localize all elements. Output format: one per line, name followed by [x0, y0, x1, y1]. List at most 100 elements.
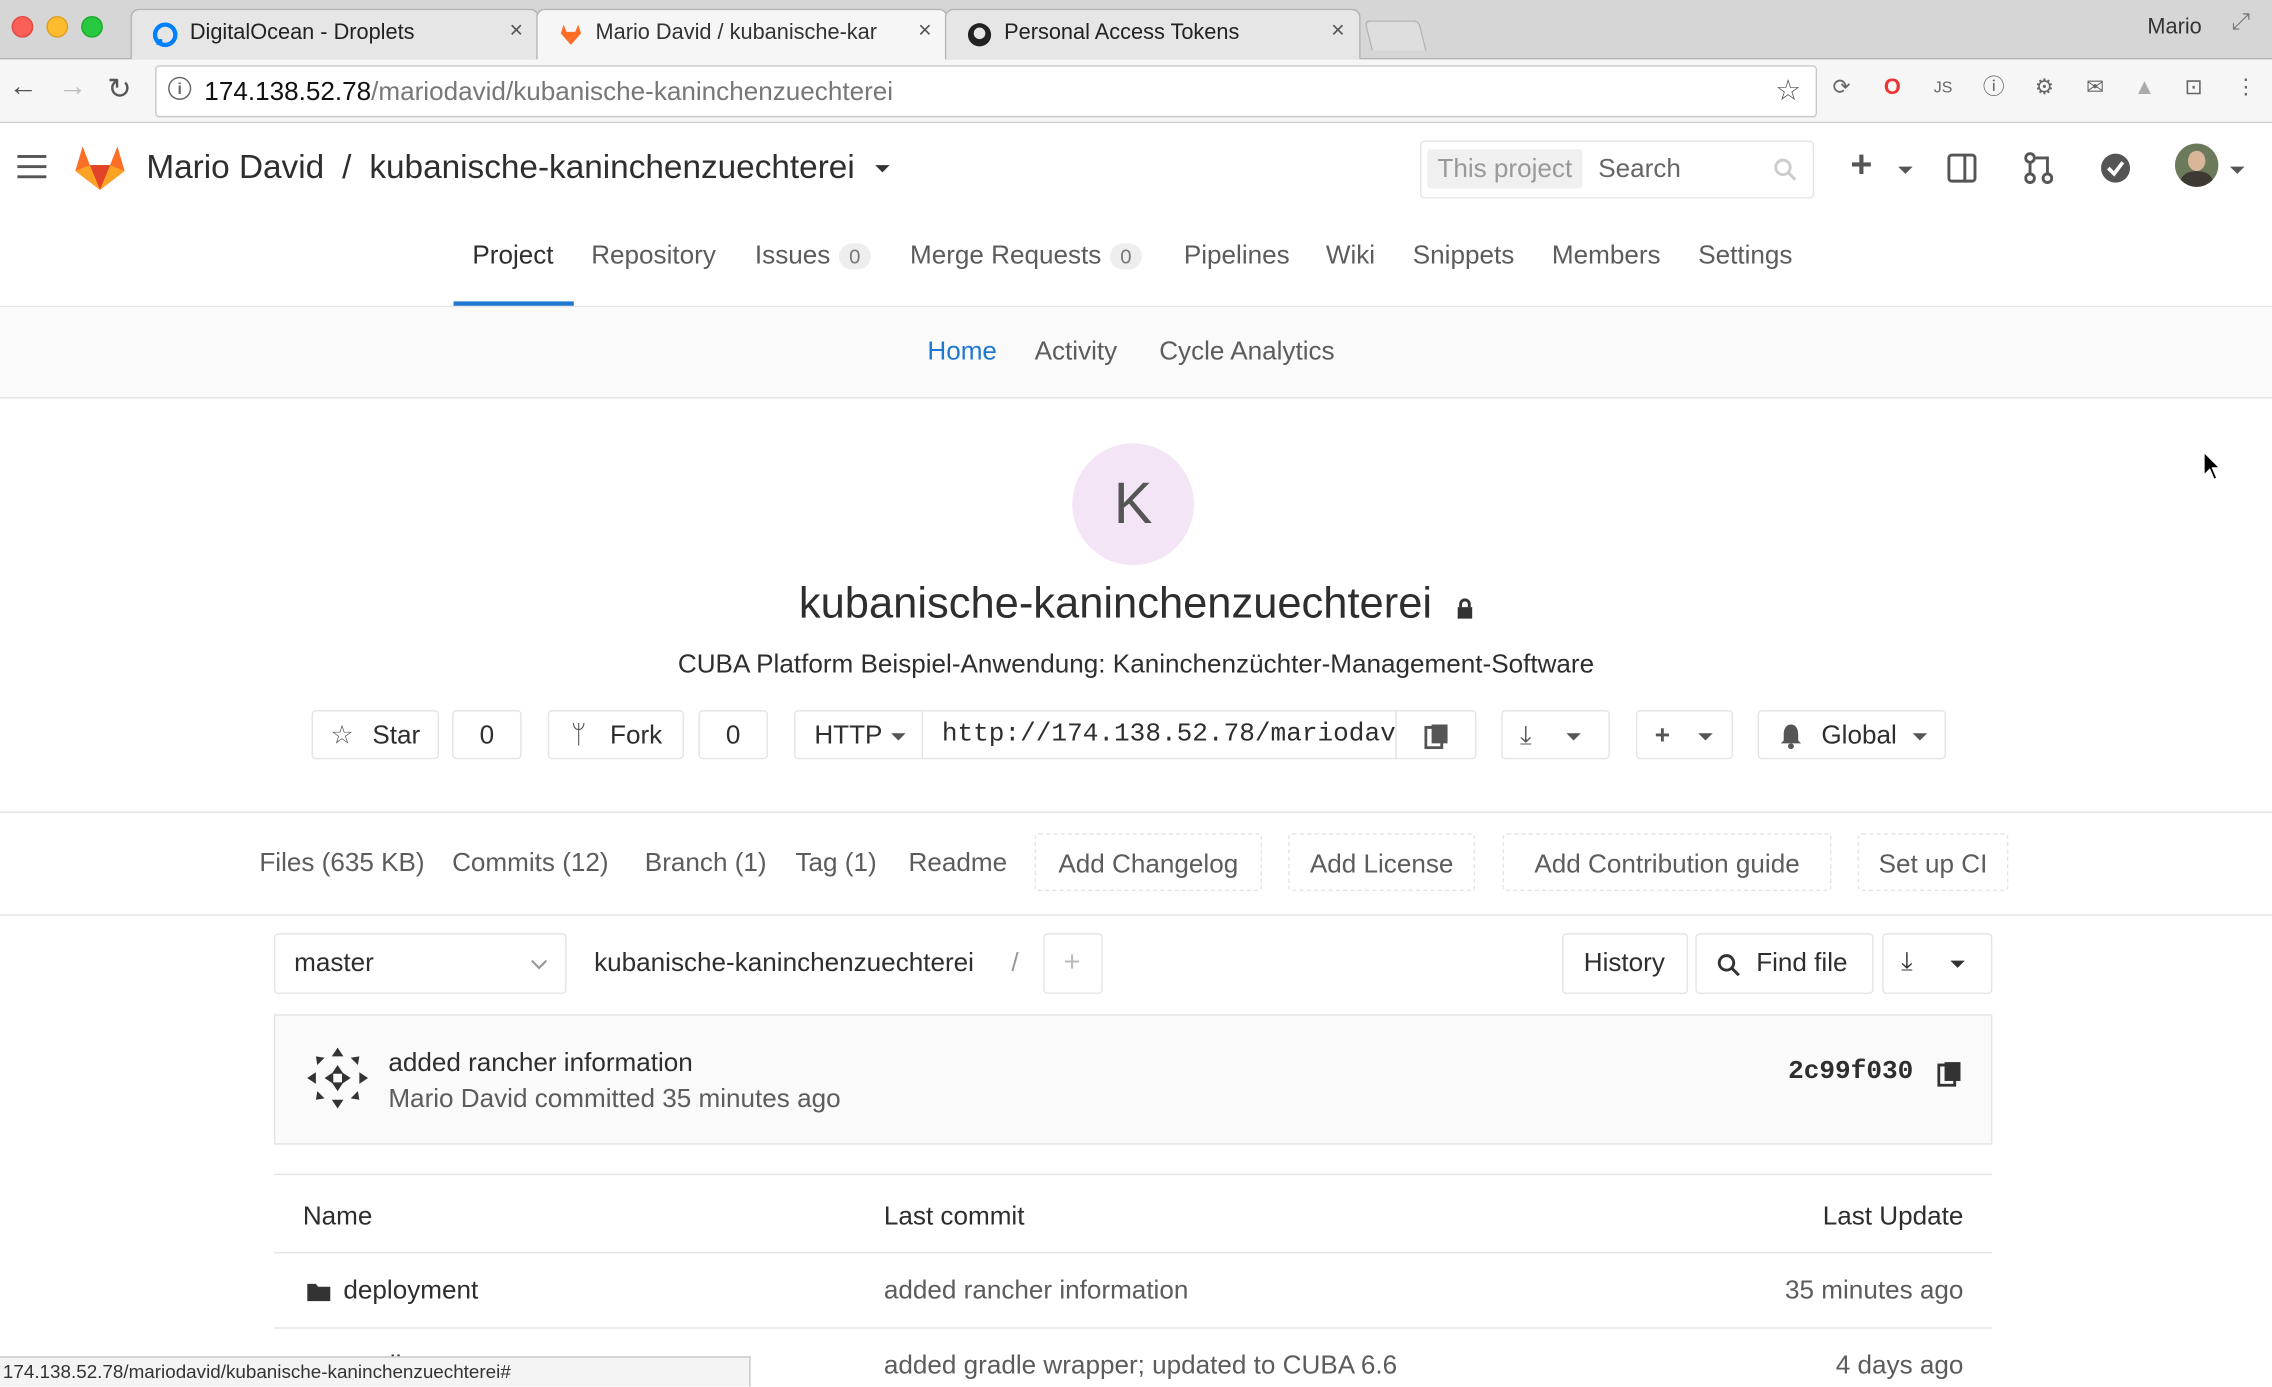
search-box[interactable]: This project Search	[1420, 140, 1815, 199]
close-icon[interactable]: ×	[1331, 19, 1345, 45]
star-count[interactable]: 0	[452, 710, 522, 760]
tab-merge-requests[interactable]: Merge Requests 0	[910, 241, 1142, 271]
fork-count[interactable]: 0	[698, 710, 768, 760]
add-dropdown[interactable]: +	[1635, 710, 1734, 760]
chrome-menu-icon[interactable]: ⋮	[2233, 75, 2259, 101]
star-button[interactable]: ☆ Star	[311, 710, 440, 760]
new-tab-button[interactable]	[1364, 20, 1427, 51]
repo-path-link[interactable]: kubanische-kaninchenzuechterei	[594, 948, 974, 978]
add-license-button[interactable]: Add License	[1288, 833, 1476, 892]
drive-extension-icon[interactable]: ▲	[2131, 75, 2157, 101]
bookmark-star-icon[interactable]: ☆	[1775, 72, 1801, 108]
js-extension-icon[interactable]: JS	[1930, 75, 1956, 101]
find-file-button[interactable]: Find file	[1695, 933, 1874, 995]
add-changelog-button[interactable]: Add Changelog	[1034, 833, 1263, 892]
clone-url-input[interactable]: http://174.138.52.78/mariodav	[921, 710, 1397, 760]
stat-branch[interactable]: Branch (1)	[645, 848, 767, 878]
gitlab-logo-icon[interactable]	[74, 142, 126, 191]
button-label: Add Contribution guide	[1534, 849, 1800, 879]
search-input[interactable]: Search	[1598, 154, 1681, 184]
browser-tab-github[interactable]: Personal Access Tokens ×	[944, 8, 1361, 60]
star-count-value: 0	[479, 720, 495, 750]
notification-dropdown[interactable]: Global	[1757, 710, 1947, 760]
button-label: Add Changelog	[1058, 849, 1239, 879]
clipboard-icon[interactable]	[1937, 1061, 1962, 1087]
row-commit-link[interactable]: added rancher information	[884, 1275, 1188, 1305]
close-icon[interactable]: ×	[918, 19, 932, 45]
chevron-down-icon[interactable]	[2230, 166, 2245, 174]
commit-sha-link[interactable]: 2c99f030	[1788, 1058, 1913, 1087]
opera-extension-icon[interactable]: O	[1879, 75, 1905, 101]
subtab-activity[interactable]: Activity	[1035, 336, 1118, 366]
set-up-ci-button[interactable]: Set up CI	[1857, 833, 2009, 892]
profile-name[interactable]: Mario	[2147, 14, 2201, 39]
project-title-row: kubanische-kaninchenzuechterei	[0, 580, 2272, 629]
mail-extension-icon[interactable]: ✉	[2082, 75, 2108, 101]
project-link[interactable]: kubanische-kaninchenzuechterei	[369, 148, 854, 186]
stat-commits[interactable]: Commits (12)	[452, 848, 609, 878]
close-icon[interactable]: ×	[510, 19, 524, 45]
gear-extension-icon[interactable]: ⚙	[2031, 75, 2057, 101]
last-commit-panel: added rancher information Mario David co…	[273, 1014, 1993, 1145]
clone-protocol-dropdown[interactable]: HTTP	[794, 710, 924, 760]
user-avatar[interactable]	[2174, 143, 2219, 187]
active-tab-indicator	[453, 301, 574, 306]
zoom-window-button[interactable]	[81, 15, 103, 38]
committer-avatar[interactable]	[304, 1045, 371, 1112]
add-to-tree-button[interactable]: +	[1043, 933, 1103, 995]
row-commit-link[interactable]: added gradle wrapper; updated to CUBA 6.…	[884, 1350, 1397, 1380]
subtab-cycle-analytics[interactable]: Cycle Analytics	[1159, 336, 1334, 366]
onepassword-icon[interactable]: ⓘ	[1981, 75, 2007, 101]
tab-issues[interactable]: Issues 0	[755, 241, 871, 271]
browser-tab-digitalocean[interactable]: DigitalOcean - Droplets ×	[130, 8, 540, 60]
url-host: 174.138.52.78	[204, 76, 372, 106]
sidebar-toggle-icon[interactable]	[1946, 152, 1978, 184]
screenshot-extension-icon[interactable]: ⊡	[2181, 75, 2207, 101]
find-file-label: Find file	[1756, 947, 1848, 977]
minimize-window-button[interactable]	[46, 15, 69, 38]
back-icon[interactable]: ←	[9, 71, 38, 104]
browser-tab-bar: DigitalOcean - Droplets × Mario David / …	[0, 0, 2272, 61]
stat-files[interactable]: Files (635 KB)	[259, 848, 424, 878]
owner-link[interactable]: Mario David	[146, 148, 324, 186]
fullscreen-icon[interactable]: ⤢	[2231, 10, 2250, 36]
subtab-home[interactable]: Home	[927, 336, 997, 366]
close-window-button[interactable]	[11, 15, 34, 38]
download-dropdown[interactable]: ⤓	[1501, 710, 1610, 760]
commit-message-link[interactable]: added rancher information	[388, 1048, 692, 1078]
tab-settings[interactable]: Settings	[1698, 241, 1792, 271]
new-item-plus-icon[interactable]: +	[1850, 142, 1872, 187]
stat-tag[interactable]: Tag (1)	[796, 848, 877, 878]
download-archive-dropdown[interactable]: ⤓	[1882, 933, 1993, 995]
button-label: Add License	[1309, 849, 1454, 879]
tab-project[interactable]: Project	[472, 241, 553, 271]
url-input[interactable]: i 174.138.52.78/mariodavid/kubanische-ka…	[155, 65, 1818, 118]
branch-select[interactable]: master	[273, 933, 567, 995]
stat-readme[interactable]: Readme	[909, 848, 1008, 878]
merge-request-icon[interactable]	[2024, 152, 2054, 185]
chevron-down-icon	[531, 959, 548, 970]
tab-repository[interactable]: Repository	[591, 241, 716, 271]
tab-members[interactable]: Members	[1552, 241, 1661, 271]
tab-pipelines[interactable]: Pipelines	[1184, 241, 1290, 271]
chevron-down-icon[interactable]	[875, 165, 891, 174]
extension-1-icon[interactable]: ⟳	[1829, 75, 1855, 101]
fork-button[interactable]: ᛘ Fork	[547, 710, 684, 760]
todo-check-icon[interactable]	[2100, 152, 2132, 184]
table-row[interactable]: deployment added rancher information 35 …	[273, 1251, 1993, 1329]
file-name-link[interactable]: deployment	[343, 1275, 478, 1305]
info-icon[interactable]: i	[168, 76, 192, 100]
reload-icon[interactable]: ↻	[107, 71, 131, 107]
tab-title: DigitalOcean - Droplets	[189, 20, 415, 45]
add-contribution-guide-button[interactable]: Add Contribution guide	[1502, 833, 1832, 892]
copy-url-button[interactable]	[1395, 710, 1477, 760]
chevron-down-icon[interactable]	[1898, 166, 1913, 174]
hamburger-menu-icon[interactable]	[17, 155, 47, 179]
history-button[interactable]: History	[1562, 933, 1689, 995]
browser-tab-gitlab[interactable]: Mario David / kubanische-kar ×	[536, 8, 948, 61]
row-updated: 4 days ago	[1835, 1350, 1964, 1380]
forward-icon[interactable]: →	[58, 71, 87, 104]
address-bar-row: ← → ↻ i 174.138.52.78/mariodavid/kubanis…	[0, 59, 2272, 124]
tab-wiki[interactable]: Wiki	[1326, 241, 1375, 271]
tab-snippets[interactable]: Snippets	[1413, 241, 1515, 271]
